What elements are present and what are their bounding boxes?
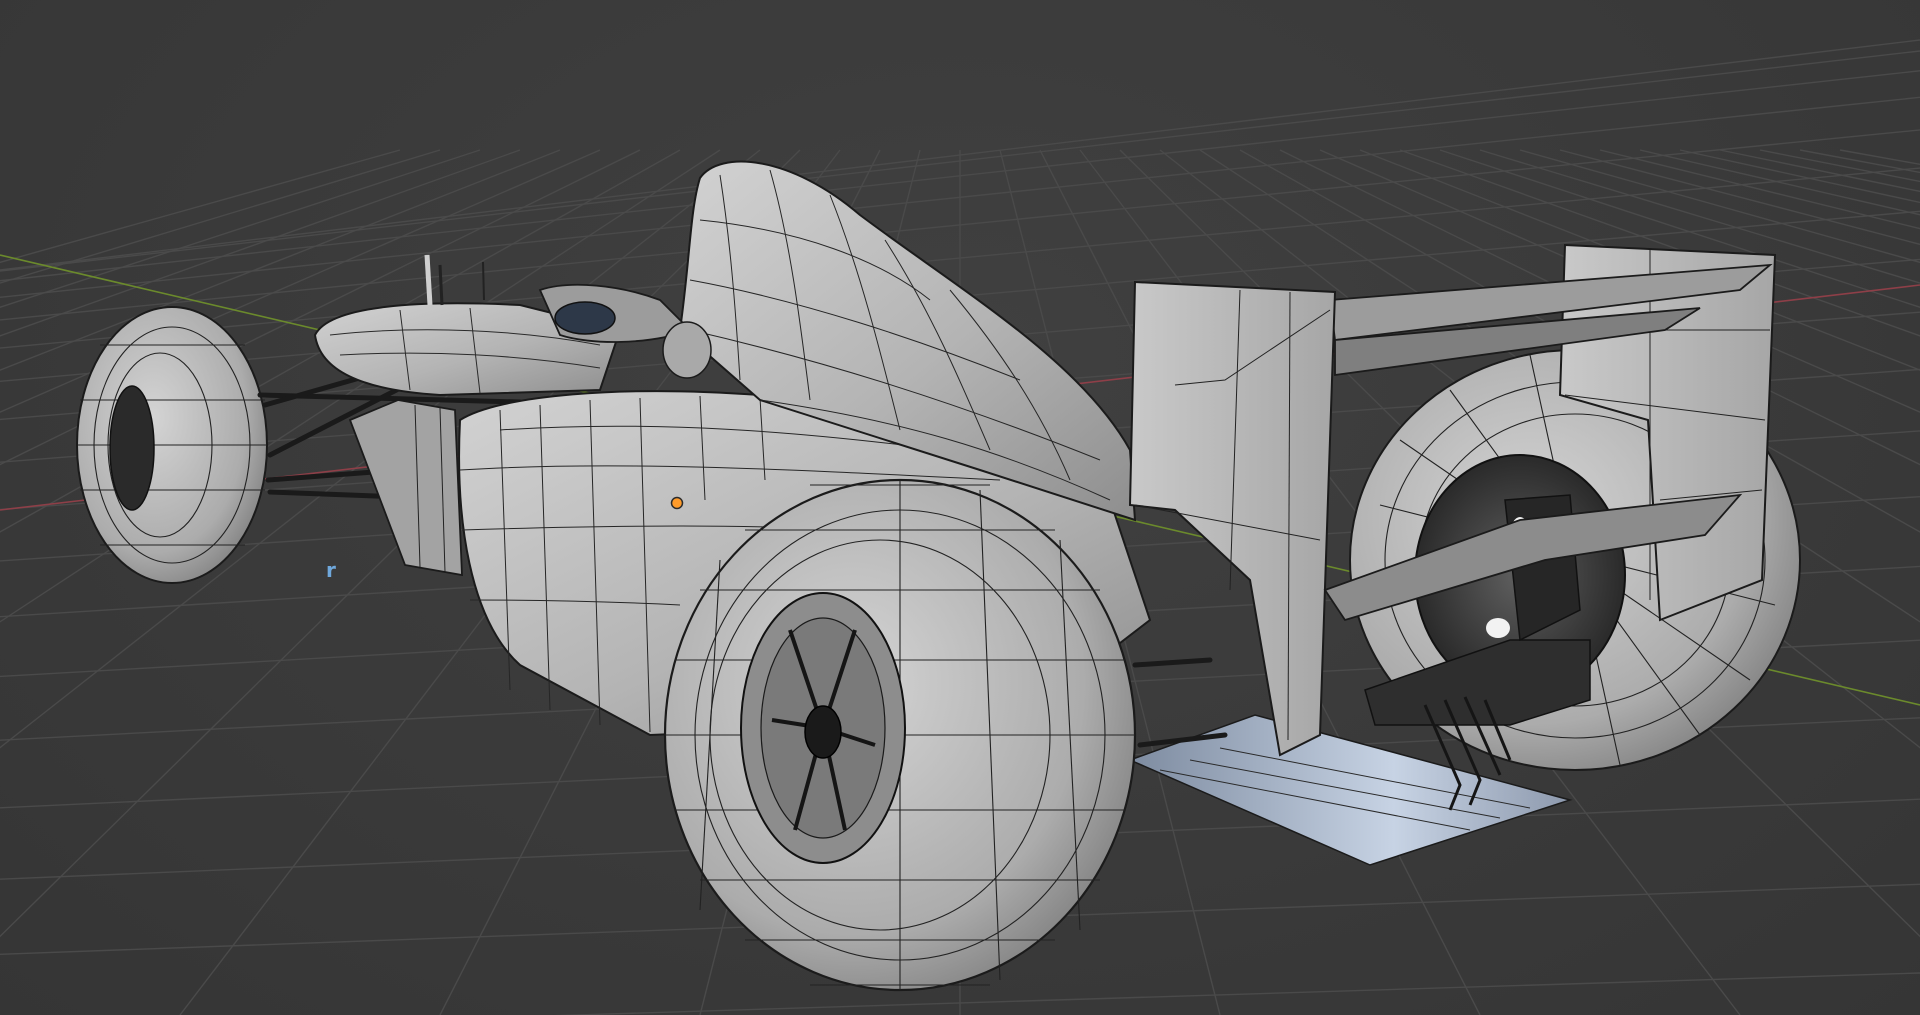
origin-point-icon[interactable]: [670, 496, 684, 510]
object-name-label: r: [326, 558, 336, 582]
wheel-nut-icon: [804, 705, 842, 759]
antenna-posts: [424, 254, 485, 306]
3d-viewport[interactable]: r: [0, 0, 1920, 1015]
steering-wheel-icon: [554, 301, 616, 335]
rear-light-highlight-2: [1486, 618, 1510, 638]
bargeboard[interactable]: [348, 399, 463, 577]
roll-hoop: [662, 321, 712, 379]
rear-left-tyre[interactable]: [663, 478, 1137, 992]
front-left-tyre[interactable]: [76, 306, 268, 584]
viewport-scene[interactable]: [0, 0, 1920, 1015]
